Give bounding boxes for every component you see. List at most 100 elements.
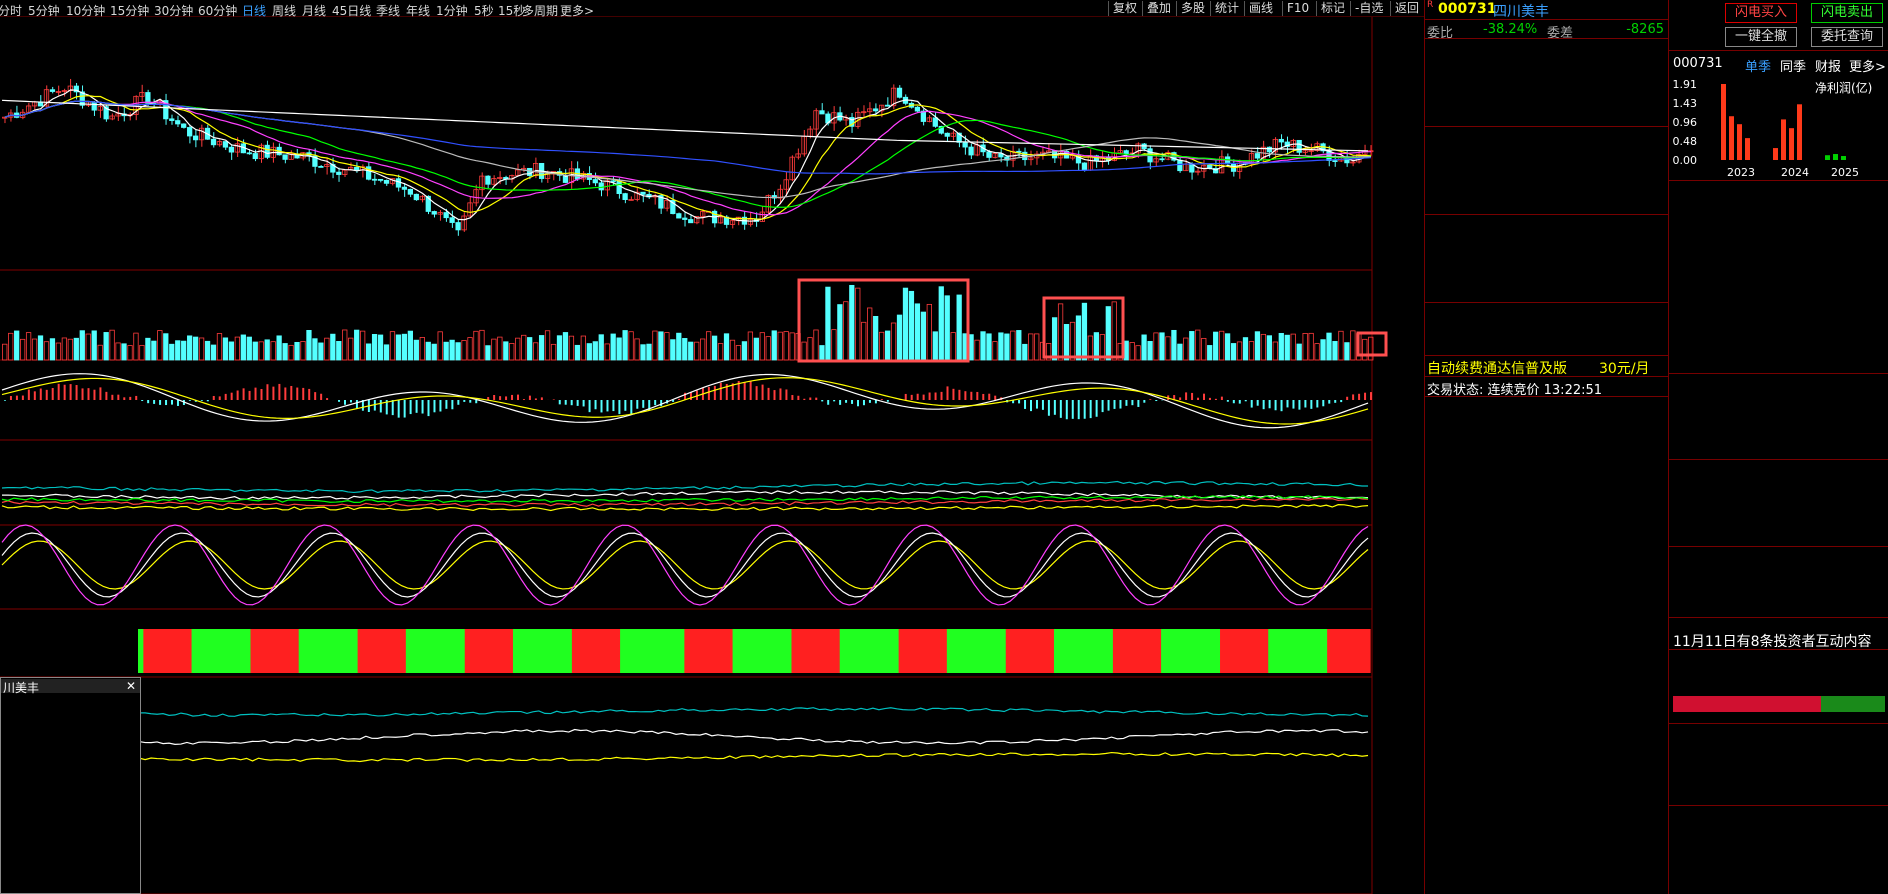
toolbar-button-0[interactable]: 复权	[1108, 1, 1141, 16]
news-line[interactable]: 11月11日有8条投资者互动内容	[1673, 631, 1872, 651]
volume-bar	[580, 335, 586, 361]
volume-bar	[79, 330, 85, 361]
cy-block	[1311, 629, 1318, 673]
cy-block	[389, 629, 396, 673]
cy-block	[379, 629, 386, 673]
volume-bar	[491, 338, 497, 361]
candle-body	[210, 138, 217, 146]
chart-area[interactable]	[0, 17, 1424, 894]
cy-block	[352, 629, 359, 673]
cy-block	[807, 629, 814, 673]
volume-bar	[723, 333, 730, 361]
cy-block	[186, 629, 193, 673]
volume-bar	[198, 337, 205, 361]
tab-report[interactable]: 财报	[1815, 56, 1841, 75]
cy-block	[764, 629, 771, 673]
volume-bar	[139, 344, 145, 361]
volume-bar	[521, 334, 527, 361]
profit-bar	[1841, 156, 1846, 160]
toolbar-button-1[interactable]: 叠加	[1142, 1, 1175, 16]
tip-row	[1, 710, 140, 723]
cy-block	[850, 629, 857, 673]
cy-block	[620, 629, 627, 673]
quote-panel: R 000731 四川美丰 委比 -38.24% 委差 -8265 自动续费通达…	[1424, 0, 1668, 894]
cy-block	[566, 629, 573, 673]
volume-bar	[377, 334, 384, 361]
toolbar-button-6[interactable]: 标记	[1316, 1, 1349, 16]
volume-bar	[562, 332, 569, 361]
volume-bar	[1051, 317, 1058, 361]
volume-bar	[419, 337, 425, 361]
cy-block	[721, 629, 728, 673]
stock-name[interactable]: 四川美丰	[1493, 1, 1549, 21]
candle-body	[1332, 160, 1338, 162]
order-query-button[interactable]: 委托查询	[1811, 27, 1883, 47]
toolbar-button-2[interactable]: 多股	[1176, 1, 1209, 16]
close-icon[interactable]: ✕	[126, 679, 136, 693]
tab-more[interactable]: 更多>	[1849, 56, 1886, 75]
volume-bar	[837, 304, 843, 361]
cy-block	[309, 629, 316, 673]
volume-bar	[533, 342, 539, 361]
candle-body	[914, 106, 921, 112]
volume-bar	[383, 344, 390, 361]
cy-block	[143, 629, 150, 673]
cy-block	[593, 629, 600, 673]
cy-block	[518, 629, 525, 673]
cy-block	[234, 629, 241, 673]
profit-bar	[1833, 154, 1838, 160]
cy-block	[1155, 629, 1162, 673]
cy-block	[845, 629, 852, 673]
flash-sell-button[interactable]: 闪电卖出	[1811, 3, 1883, 23]
cy-block	[1128, 629, 1135, 673]
cy-block	[212, 629, 219, 673]
candle-body	[395, 178, 402, 188]
info-panel: 闪电买入 闪电卖出 一键全撤 委托查询 000731 单季 同季 财报 更多> …	[1668, 0, 1888, 894]
cy-block	[496, 629, 503, 673]
promo-text[interactable]: 自动续费通达信普及版	[1427, 358, 1567, 378]
volume-bar	[974, 339, 980, 361]
cy-block	[325, 629, 332, 673]
volume-bar	[425, 341, 431, 361]
volume-bar	[1284, 334, 1290, 361]
volume-bar	[1105, 306, 1111, 361]
tab-quarter[interactable]: 单季	[1745, 56, 1771, 75]
ratio-row	[1669, 399, 1888, 416]
tick-row	[1425, 812, 1668, 829]
tick-row	[1425, 524, 1668, 541]
volume-bar	[783, 331, 789, 361]
toolbar-button-8[interactable]: 返回	[1390, 1, 1423, 16]
volume-bar	[1171, 329, 1177, 361]
cy-block	[432, 629, 439, 673]
cy-block	[920, 629, 927, 673]
profit-year-label: 2024	[1781, 166, 1809, 179]
volume-bar	[8, 332, 14, 361]
cancel-all-button[interactable]: 一键全撤	[1725, 27, 1797, 47]
volume-bar	[503, 341, 509, 361]
profit-axis-label: 1.43	[1673, 97, 1698, 110]
cy-block	[582, 629, 589, 673]
volume-bar	[807, 337, 813, 361]
volume-bar	[682, 338, 688, 361]
toolbar-button-5[interactable]: F10	[1282, 1, 1313, 16]
candle-body	[527, 167, 533, 176]
toolbar-button-3[interactable]: 统计	[1210, 1, 1243, 16]
volume-bar	[449, 339, 455, 361]
tip-row	[1, 806, 140, 819]
tick-row	[1425, 434, 1668, 451]
flash-buy-button[interactable]: 闪电买入	[1725, 3, 1797, 23]
tick-row	[1425, 416, 1668, 433]
cy-block	[1150, 629, 1157, 673]
cy-block	[148, 629, 155, 673]
toolbar-button-7[interactable]: -自选	[1350, 1, 1387, 16]
cy-block	[679, 629, 686, 673]
cy-block	[1171, 629, 1178, 673]
volume-bar	[986, 333, 992, 361]
promo-price[interactable]: 30元/月	[1599, 358, 1650, 378]
cy-block	[925, 629, 932, 673]
toolbar-button-4[interactable]: 画线	[1244, 1, 1277, 16]
cy-block	[887, 629, 894, 673]
volume-bar	[312, 338, 318, 361]
margin-table-row	[1669, 873, 1888, 890]
tab-same-quarter[interactable]: 同季	[1780, 56, 1806, 75]
